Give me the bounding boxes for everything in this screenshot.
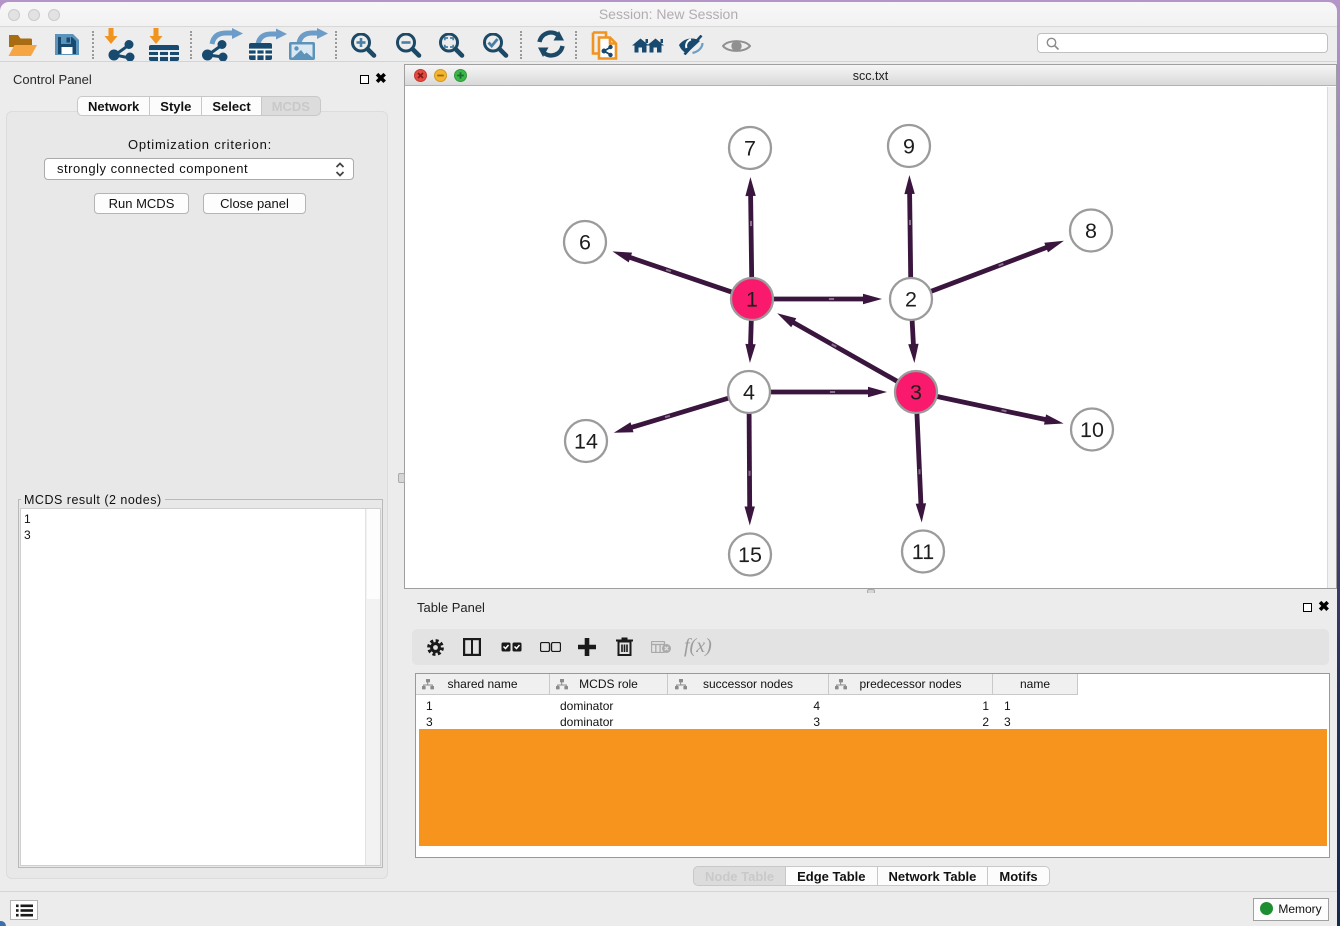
svg-text:8: 8 <box>1085 219 1097 243</box>
svg-text:15: 15 <box>738 543 762 567</box>
svg-text:6: 6 <box>579 231 591 255</box>
svg-text:11: 11 <box>912 540 934 564</box>
svg-text:14: 14 <box>574 430 598 454</box>
svg-text:2: 2 <box>905 288 917 312</box>
svg-text:4: 4 <box>743 381 755 405</box>
svg-text:1: 1 <box>746 288 758 312</box>
svg-text:3: 3 <box>910 381 922 405</box>
svg-text:7: 7 <box>744 137 756 161</box>
svg-text:10: 10 <box>1080 418 1104 442</box>
svg-text:9: 9 <box>903 135 915 159</box>
